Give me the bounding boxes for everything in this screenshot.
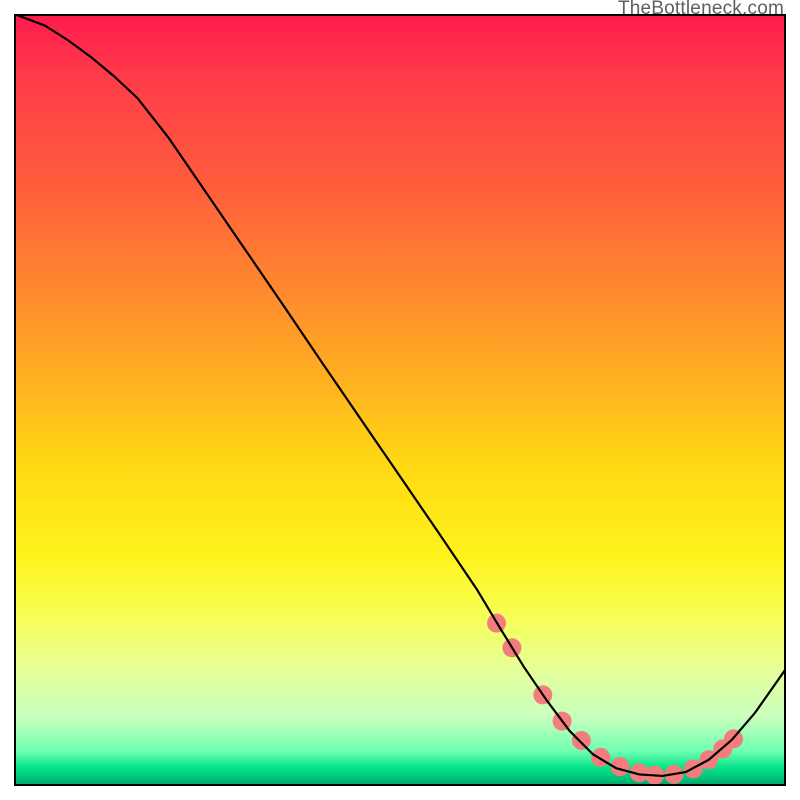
plot-background — [14, 14, 786, 786]
bottleneck-chart: TheBottleneck.com — [0, 0, 800, 800]
